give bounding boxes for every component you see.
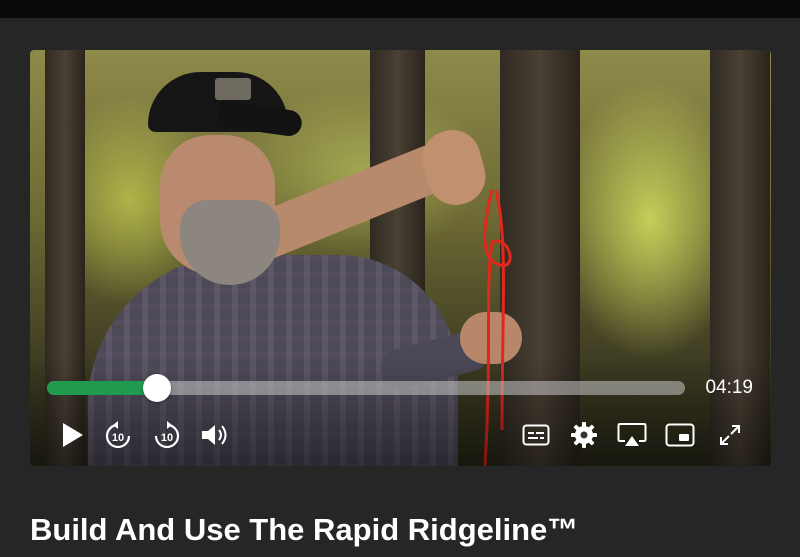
video-title: Build And Use The Rapid Ridgeline™ — [30, 512, 579, 547]
airplay-button[interactable] — [617, 418, 647, 452]
settings-button[interactable] — [569, 418, 599, 452]
fullscreen-button[interactable] — [715, 418, 745, 452]
captions-button[interactable] — [521, 418, 551, 452]
airplay-icon — [617, 423, 647, 446]
player-controls: 04:19 10 10 — [30, 346, 771, 466]
progress-thumb[interactable] — [142, 374, 171, 402]
captions-icon — [522, 424, 550, 446]
volume-button[interactable] — [200, 418, 230, 452]
rewind-10-icon: 10 — [105, 421, 131, 449]
forward-10-button[interactable]: 10 — [152, 418, 182, 452]
picture-in-picture-button[interactable] — [665, 418, 695, 452]
rewind-10-button[interactable]: 10 — [103, 418, 133, 452]
video-player[interactable]: 04:19 10 10 — [30, 50, 771, 466]
svg-text:10: 10 — [161, 432, 173, 444]
duration-text: 04:19 — [705, 377, 753, 398]
play-button[interactable] — [57, 418, 87, 452]
top-bar — [0, 0, 800, 18]
settings-gear-icon — [571, 422, 597, 448]
play-icon — [63, 423, 83, 447]
picture-in-picture-icon — [665, 423, 695, 447]
forward-10-icon: 10 — [154, 421, 180, 449]
volume-icon — [202, 425, 227, 445]
svg-text:10: 10 — [112, 432, 124, 444]
progress-fill — [47, 381, 157, 395]
fullscreen-icon — [720, 425, 740, 445]
